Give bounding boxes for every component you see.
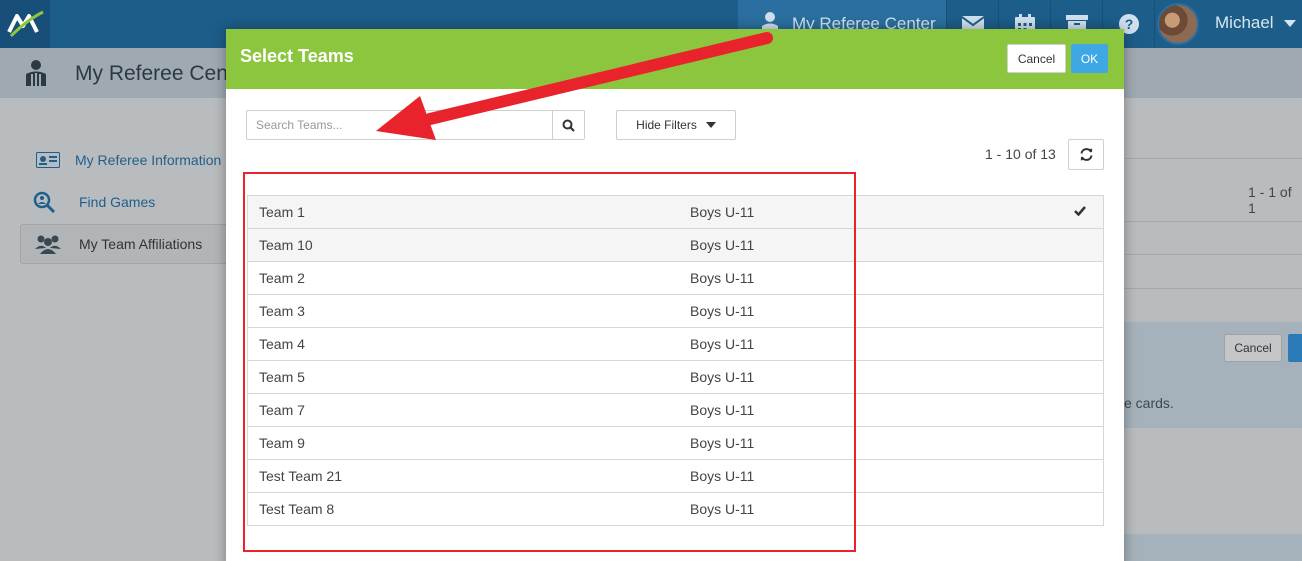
hide-filters-label: Hide Filters (636, 118, 697, 132)
divider (1124, 288, 1302, 289)
app-logo-icon (7, 10, 44, 38)
cancel-button[interactable]: Cancel (1007, 44, 1066, 73)
teams-table: Team 1 Boys U-11 Team 10 Boys U-11 Team … (247, 195, 1104, 526)
team-division: Boys U-11 (690, 237, 755, 253)
team-division: Boys U-11 (690, 369, 755, 385)
user-name[interactable]: Michael (1215, 13, 1274, 33)
app-logo[interactable] (0, 0, 50, 48)
table-row[interactable]: Test Team 8 Boys U-11 (248, 493, 1103, 526)
table-row[interactable]: Test Team 21 Boys U-11 (248, 460, 1103, 493)
users-icon (35, 235, 61, 254)
sidebar-item-team-affiliations[interactable]: My Team Affiliations (20, 224, 226, 264)
background-pagination: 1 - 1 of 1 (1248, 184, 1292, 216)
table-row[interactable]: Team 4 Boys U-11 (248, 328, 1103, 361)
table-row[interactable]: Team 2 Boys U-11 (248, 262, 1103, 295)
background-panel (1124, 534, 1302, 561)
sidebar-item-find-games[interactable]: Find Games (20, 182, 226, 222)
table-row[interactable]: Team 10 Boys U-11 (248, 229, 1103, 262)
pagination-text: 1 - 10 of 13 (985, 146, 1056, 162)
team-division: Boys U-11 (690, 204, 755, 220)
divider (1124, 221, 1302, 222)
hide-filters-button[interactable]: Hide Filters (616, 110, 736, 140)
table-row[interactable]: Team 5 Boys U-11 (248, 361, 1103, 394)
user-menu-chevron-down-icon[interactable] (1284, 20, 1296, 27)
team-division: Boys U-11 (690, 501, 755, 517)
divider (1124, 254, 1302, 255)
team-name: Team 1 (259, 204, 305, 220)
sidebar-item-label: My Referee Information (75, 152, 222, 168)
team-division: Boys U-11 (690, 270, 755, 286)
search-users-icon (33, 191, 56, 213)
team-name: Team 3 (259, 303, 305, 319)
team-name: Test Team 21 (259, 468, 343, 484)
chevron-down-icon (705, 122, 716, 128)
referee-icon (26, 60, 46, 86)
table-row[interactable]: Team 3 Boys U-11 (248, 295, 1103, 328)
team-division: Boys U-11 (690, 303, 755, 319)
search-teams-input[interactable] (246, 110, 553, 140)
background-save-button[interactable] (1288, 334, 1302, 362)
team-name: Team 9 (259, 435, 305, 451)
team-name: Team 7 (259, 402, 305, 418)
search-icon (562, 119, 575, 132)
team-name: Team 10 (259, 237, 313, 253)
divider (1124, 158, 1302, 159)
team-division: Boys U-11 (690, 468, 755, 484)
background-cancel-button[interactable]: Cancel (1224, 334, 1282, 362)
checkmark-icon (1074, 206, 1086, 216)
ok-button[interactable]: OK (1071, 44, 1108, 73)
team-name: Team 4 (259, 336, 305, 352)
team-division: Boys U-11 (690, 435, 755, 451)
sidebar-item-referee-information[interactable]: My Referee Information (20, 140, 226, 180)
team-name: Team 5 (259, 369, 305, 385)
team-division: Boys U-11 (690, 336, 755, 352)
table-row[interactable]: Team 9 Boys U-11 (248, 427, 1103, 460)
sidebar-item-label: Find Games (79, 194, 156, 210)
select-teams-modal: Select Teams Cancel OK Hide Filters 1 - … (226, 29, 1124, 561)
svg-text:?: ? (1124, 16, 1133, 32)
background-cards-text: e cards. (1124, 395, 1174, 411)
sidebar-item-label: My Team Affiliations (79, 236, 203, 252)
team-division: Boys U-11 (690, 402, 755, 418)
team-name: Team 2 (259, 270, 305, 286)
avatar[interactable] (1157, 3, 1199, 45)
team-name: Test Team 8 (259, 501, 335, 517)
refresh-button[interactable] (1068, 139, 1104, 170)
refresh-icon (1080, 148, 1092, 161)
table-row[interactable]: Team 1 Boys U-11 (248, 196, 1103, 229)
id-card-icon (36, 152, 60, 168)
table-row[interactable]: Team 7 Boys U-11 (248, 394, 1103, 427)
modal-title: Select Teams (240, 46, 354, 66)
search-button[interactable] (552, 110, 585, 140)
modal-header: Select Teams Cancel OK (226, 29, 1124, 89)
